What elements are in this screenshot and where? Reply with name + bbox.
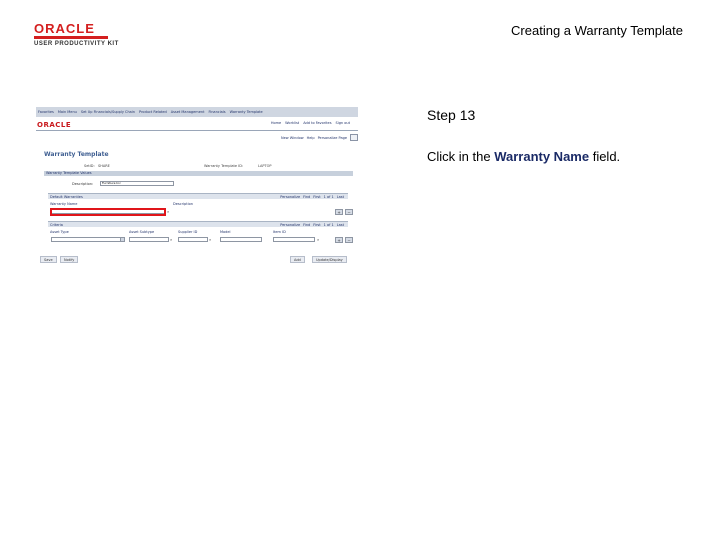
nav-item-main-menu[interactable]: Main Menu <box>58 110 77 114</box>
chevron-down-icon[interactable] <box>120 237 125 242</box>
grid1-delete-row-button[interactable]: − <box>345 209 353 215</box>
warranty-lookup-icon[interactable]: ⌕ <box>167 209 172 214</box>
section-header: Warranty Template Values <box>44 171 353 176</box>
grid2-controls: Personalize Find First 1 of 1 Last <box>280 222 344 228</box>
col-warranty-name: Warranty Name <box>50 202 78 206</box>
instruction-target: Warranty Name <box>494 149 590 164</box>
grid1-personalize[interactable]: Personalize <box>280 194 300 200</box>
grid2-last[interactable]: Last <box>337 222 344 228</box>
supplier-id-input[interactable] <box>178 237 208 242</box>
link-personalize-page[interactable]: Personalize Page <box>318 136 347 140</box>
grid1-count: 1 of 1 <box>323 195 334 199</box>
nav-item-asset[interactable]: Asset Management <box>171 110 205 114</box>
save-button[interactable]: Save <box>40 256 57 263</box>
grid2-delete-row-button[interactable]: − <box>345 237 353 243</box>
document-title: Creating a Warranty Template <box>511 23 683 38</box>
setid-value: SHARE <box>98 164 110 168</box>
grid2-find[interactable]: Find <box>303 222 310 228</box>
item-lookup-icon[interactable]: ⌕ <box>317 237 322 242</box>
nav-item-favorites[interactable]: Favorites <box>38 110 54 114</box>
nav-item-financials[interactable]: Financials <box>208 110 225 114</box>
col-description: Description <box>173 202 193 206</box>
oracle-upk-logo: ORACLE USER PRODUCTIVITY KIT <box>34 22 126 48</box>
grid1-add-row-button[interactable]: + <box>335 209 343 215</box>
asset-subtype-input[interactable] <box>129 237 169 242</box>
item-id-input[interactable] <box>273 237 315 242</box>
setid-label: SetID: <box>84 164 95 168</box>
grid2-first[interactable]: First <box>313 222 320 228</box>
header-divider <box>36 130 358 131</box>
print-icon[interactable] <box>350 134 358 141</box>
link-new-window[interactable]: New Window <box>281 136 304 140</box>
nav-item-setup[interactable]: Set Up Financials/Supply Chain <box>81 110 135 114</box>
app-screenshot: Favorites Main Menu Set Up Financials/Su… <box>36 107 358 265</box>
breadcrumb-nav: Favorites Main Menu Set Up Financials/Su… <box>36 107 358 117</box>
link-sign-out[interactable]: Sign out <box>336 121 350 125</box>
instruction-text: Click in the Warranty Name field. <box>427 149 620 164</box>
description-label: Description: <box>72 182 94 186</box>
instruction-suffix: field. <box>589 149 621 164</box>
link-home[interactable]: Home <box>271 121 281 125</box>
supplier-lookup-icon[interactable]: ⌕ <box>209 237 214 242</box>
col-asset-type: Asset Type <box>50 230 69 234</box>
grid2-add-row-button[interactable]: + <box>335 237 343 243</box>
logo-subtitle: USER PRODUCTIVITY KIT <box>34 41 119 47</box>
nav-item-warranty[interactable]: Warranty Template <box>230 110 263 114</box>
grid1-last[interactable]: Last <box>337 194 344 200</box>
logo-bar <box>34 36 108 39</box>
default-warranties-grid-header: Default Warranties Personalize Find Firs… <box>48 193 348 199</box>
subtype-lookup-icon[interactable]: ⌕ <box>170 237 175 242</box>
template-id-value: LAPTOP <box>258 164 272 168</box>
asset-type-select[interactable] <box>51 237 125 242</box>
page-title: Warranty Template <box>44 151 109 158</box>
target-highlight <box>50 208 166 216</box>
col-model: Model <box>220 230 231 234</box>
utility-links: New Window Help Personalize Page <box>281 134 358 141</box>
grid1-title: Default Warranties <box>50 195 83 199</box>
model-input[interactable] <box>220 237 262 242</box>
grid2-count: 1 of 1 <box>323 223 334 227</box>
col-asset-subtype: Asset Subtype <box>129 230 155 234</box>
update-display-button[interactable]: Update/Display <box>312 256 347 263</box>
col-item-id: Item ID <box>273 230 286 234</box>
grid2-personalize[interactable]: Personalize <box>280 222 300 228</box>
logo-oracle-text: ORACLE <box>34 21 95 36</box>
link-add-favorites[interactable]: Add to Favorites <box>303 121 331 125</box>
grid1-first[interactable]: First <box>313 194 320 200</box>
nav-item-product[interactable]: Product Related <box>139 110 167 114</box>
description-input[interactable]: Furniture Inc <box>100 181 174 186</box>
step-number: Step 13 <box>427 107 476 123</box>
notify-button[interactable]: Notify <box>60 256 79 263</box>
instruction-prefix: Click in the <box>427 149 495 164</box>
top-links: Home Worklist Add to Favorites Sign out <box>271 121 350 125</box>
template-id-label: Warranty Template ID: <box>204 164 244 168</box>
grid1-controls: Personalize Find First 1 of 1 Last <box>280 194 344 200</box>
app-brand: ORACLE <box>37 121 72 129</box>
add-button[interactable]: Add <box>290 256 305 263</box>
col-supplier-id: Supplier ID <box>178 230 198 234</box>
grid1-find[interactable]: Find <box>303 194 310 200</box>
link-help[interactable]: Help <box>307 136 315 140</box>
link-worklist[interactable]: Worklist <box>285 121 299 125</box>
criteria-grid-header: Criteria Personalize Find First 1 of 1 L… <box>48 221 348 227</box>
grid2-title: Criteria <box>50 223 63 227</box>
